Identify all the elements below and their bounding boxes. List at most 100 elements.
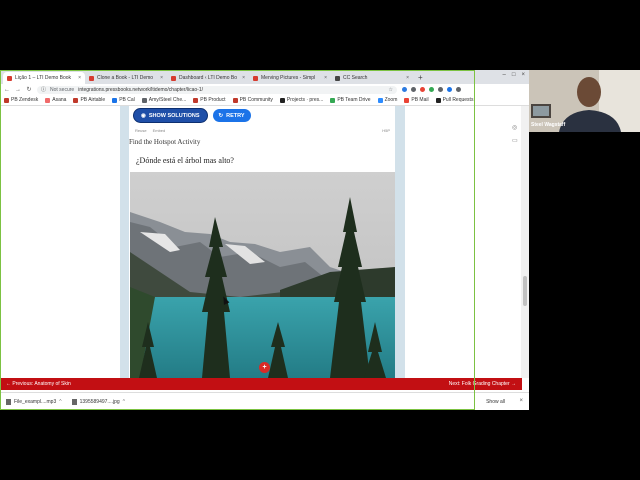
embed-link[interactable]: Embed <box>153 128 166 133</box>
chevron-up-icon[interactable]: ^ <box>59 399 61 405</box>
maximize-icon[interactable]: □ <box>512 72 516 78</box>
bookmark-icon <box>73 97 79 103</box>
pressbooks-icon <box>7 75 12 81</box>
activity-buttons: ◉ SHOW SOLUTIONS ↻ RETRY <box>134 109 251 122</box>
file-icon <box>6 398 11 405</box>
close-icon[interactable]: × <box>324 75 327 81</box>
bookmark-icon <box>141 97 147 103</box>
bookmark-item[interactable]: Projects · pres... <box>279 97 323 103</box>
lake-mountain-photo <box>130 172 395 378</box>
chevron-up-icon[interactable]: ^ <box>123 399 125 405</box>
profile-avatar-icon[interactable] <box>447 87 452 92</box>
pressbooks-icon <box>253 75 258 81</box>
presenter-name: Steel Wagstaff <box>531 122 566 128</box>
comment-icon[interactable]: ▭ <box>512 137 518 144</box>
drive-icon <box>330 97 336 103</box>
forward-icon[interactable]: → <box>15 87 21 93</box>
pressbooks-icon <box>171 75 176 81</box>
bookmark-item[interactable]: Zoom <box>377 97 398 103</box>
extension-icon[interactable] <box>429 87 434 92</box>
bookmark-item[interactable]: PB Airtable <box>73 97 105 103</box>
bookmark-icon <box>232 97 238 103</box>
h5p-actions-row: Reuse Embed H5P <box>135 128 390 133</box>
bookmarks-bar: PB Zendesk Asana PB Airtable PB Cal Amy/… <box>0 95 529 106</box>
info-icon[interactable]: ⓘ <box>41 86 46 93</box>
tab-cc-search[interactable]: CC Search × <box>331 72 413 84</box>
close-icon[interactable]: × <box>406 75 409 81</box>
close-icon[interactable]: × <box>160 75 163 81</box>
download-item[interactable]: 1395589497....jpg ^ <box>71 398 125 405</box>
cc-icon <box>335 75 340 81</box>
bookmark-label: PB Cal <box>119 97 135 103</box>
close-icon[interactable]: × <box>519 398 523 404</box>
extension-icon[interactable] <box>411 87 416 92</box>
hotspot-image[interactable] <box>130 172 395 378</box>
url-text: integrations.pressbooks.network/ltidemo/… <box>78 86 203 93</box>
bookmark-label: Zoom <box>384 97 398 103</box>
address-bar[interactable]: ⓘ Not secure integrations.pressbooks.net… <box>37 85 397 94</box>
extension-icon[interactable] <box>438 87 443 92</box>
show-solutions-button[interactable]: ◉ SHOW SOLUTIONS <box>134 109 207 122</box>
bookmark-label: PB Community <box>239 97 273 103</box>
extension-icon[interactable] <box>402 87 407 92</box>
bookmark-label: PB Mail <box>411 97 429 103</box>
bookmark-item[interactable]: Amy/Steel Che... <box>141 97 186 103</box>
bookmark-star-icon[interactable]: ☆ <box>389 87 393 93</box>
tab-label: Dashboard ‹ LTI Demo Bo <box>179 75 237 81</box>
bookmark-label: PB Product <box>200 97 226 103</box>
tab-merving-pictures[interactable]: Merving Pictures - Simpl × <box>249 72 331 84</box>
accessibility-icon[interactable]: ◎ <box>512 124 518 131</box>
download-filename: 1395589497....jpg <box>79 398 120 405</box>
tab-clone-a-book[interactable]: Clone a Book - LTI Demo × <box>85 72 167 84</box>
tab-label: Lição 1 – LTI Demo Book <box>15 75 72 81</box>
close-window-icon[interactable]: × <box>521 72 525 78</box>
next-chapter-link[interactable]: Next: Folk Grading Chapter → <box>449 381 516 387</box>
tab-dashboard[interactable]: Dashboard ‹ LTI Demo Bo × <box>167 72 249 84</box>
bookmark-item[interactable]: PB Zendesk <box>4 97 38 103</box>
zoom-icon <box>377 97 383 103</box>
reuse-link[interactable]: Reuse <box>135 128 147 133</box>
bookmark-item[interactable]: PB Mail <box>404 97 429 103</box>
close-icon[interactable]: × <box>78 75 81 81</box>
new-tab-button[interactable]: + <box>413 72 428 84</box>
download-filename: File_exampl....mp3 <box>14 398 57 405</box>
activity-title: Find the Hotspot Activity <box>129 138 201 146</box>
show-all-button[interactable]: Show all <box>486 399 505 405</box>
retry-button[interactable]: ↻ RETRY <box>212 109 251 122</box>
chapter-navigation: ← Previous: Anatomy of Skin Next: Folk G… <box>0 378 522 390</box>
bookmark-item[interactable]: Pull Requests <box>435 97 473 103</box>
asana-icon <box>45 97 51 103</box>
side-tools: ◎ ▭ <box>512 124 518 144</box>
bookmark-item[interactable]: PB Product <box>193 97 226 103</box>
add-hotspot-icon[interactable]: + <box>259 362 270 373</box>
github-icon <box>435 97 441 103</box>
page-scrollbar[interactable] <box>521 106 529 378</box>
minimize-icon[interactable]: – <box>503 72 506 78</box>
extensions <box>402 87 461 92</box>
close-icon[interactable]: × <box>242 75 245 81</box>
show-solutions-label: SHOW SOLUTIONS <box>148 112 200 119</box>
calendar-icon <box>112 97 118 103</box>
tab-label: Clone a Book - LTI Demo <box>97 75 154 81</box>
bookmark-label: Asana <box>52 97 67 103</box>
tab-licao-1[interactable]: Lição 1 – LTI Demo Book × <box>3 72 85 84</box>
retry-label: RETRY <box>226 112 245 119</box>
bookmark-label: PB Team Drive <box>337 97 371 103</box>
scrollbar-thumb[interactable] <box>523 276 527 306</box>
reload-icon[interactable]: ↻ <box>26 86 32 93</box>
mail-icon <box>404 97 410 103</box>
extension-icon[interactable] <box>420 87 425 92</box>
previous-chapter-link[interactable]: ← Previous: Anatomy of Skin <box>6 381 71 387</box>
browser-toolbar: ← → ↻ ⓘ Not secure integrations.pressboo… <box>0 84 529 95</box>
github-icon <box>279 97 285 103</box>
download-item[interactable]: File_exampl....mp3 ^ <box>6 398 62 405</box>
bookmark-item[interactable]: PB Community <box>232 97 273 103</box>
bookmark-icon <box>193 97 199 103</box>
menu-dots-icon[interactable] <box>456 87 461 92</box>
bookmark-item[interactable]: PB Cal <box>112 97 135 103</box>
bookmark-item[interactable]: Asana <box>45 97 66 103</box>
bookmark-item[interactable]: PB Team Drive <box>330 97 371 103</box>
previous-label: Previous: Anatomy of Skin <box>12 381 71 387</box>
file-icon <box>71 398 77 405</box>
back-icon[interactable]: ← <box>4 87 10 93</box>
